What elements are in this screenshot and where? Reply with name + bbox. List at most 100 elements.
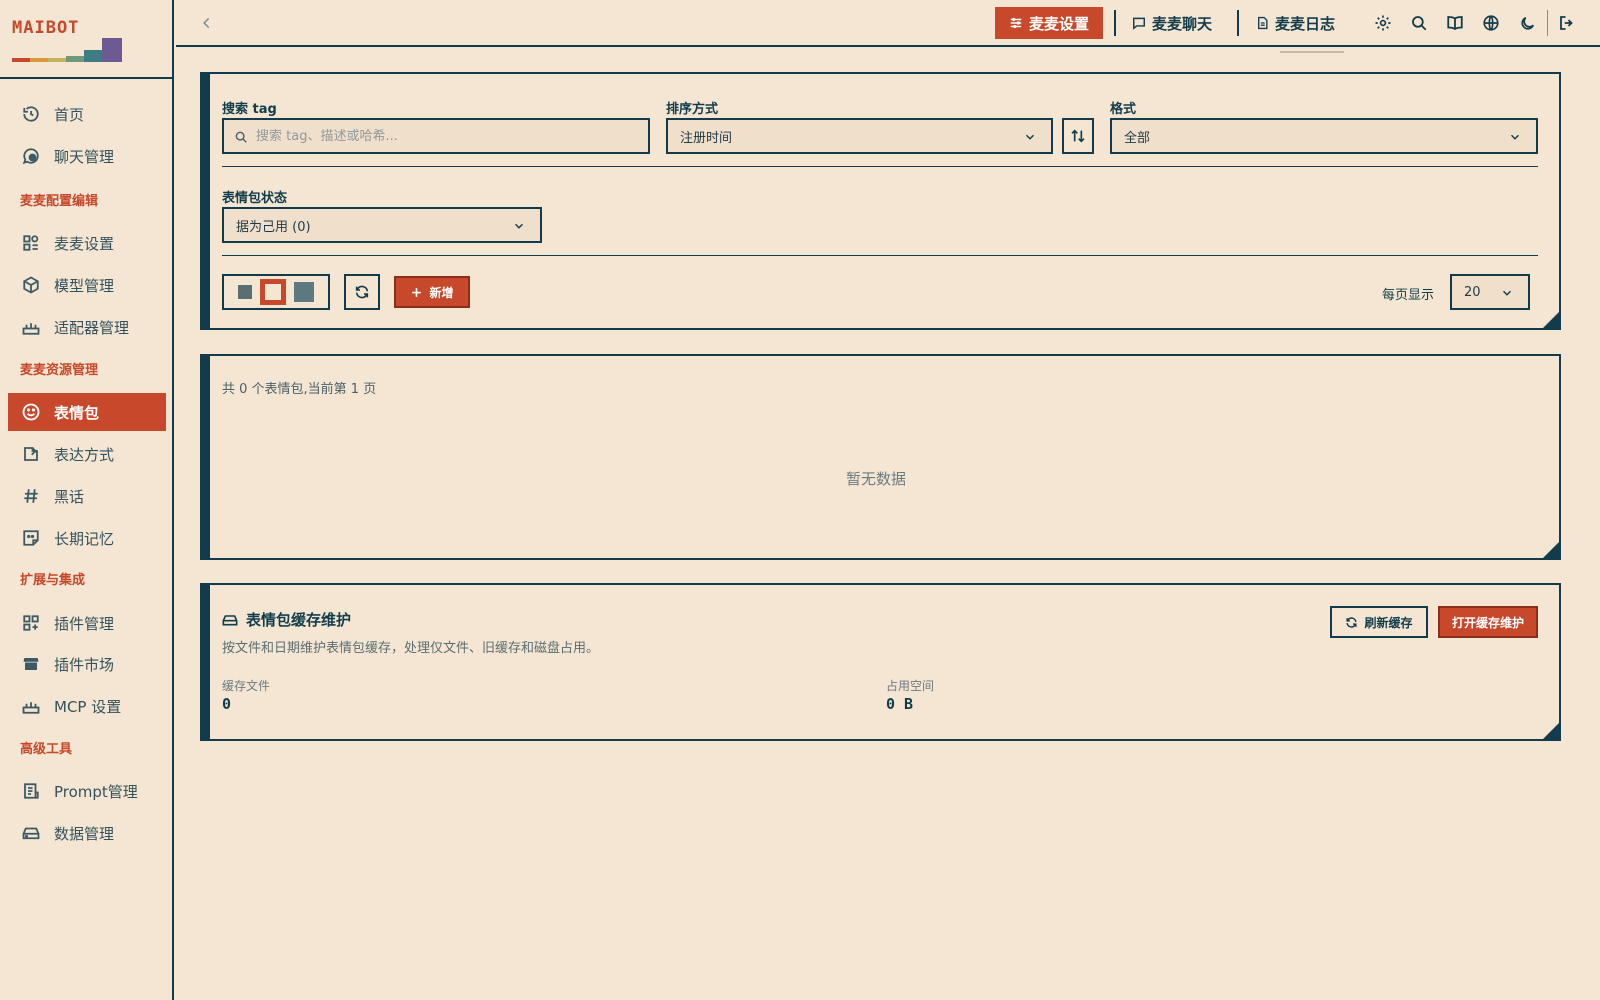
search-label: 搜索 tag [222,102,277,117]
sidebar-item-home[interactable]: 首页 [8,95,166,133]
format-value: 全部 [1124,130,1151,146]
maintenance-title-text: 表情包缓存维护 [246,611,352,629]
moon-icon[interactable] [1516,12,1538,34]
toolbar-divider [1114,10,1116,36]
toolbar-divider [1237,10,1239,36]
sidebar-item-label: 模型管理 [54,276,115,295]
sidebar-item-label: 插件市场 [54,655,115,674]
page-size-select[interactable]: 20 [1450,274,1530,310]
cube-icon [20,274,42,296]
empty-state: 暂无数据 [846,470,907,488]
divider [222,166,1538,167]
maimai-chat-button[interactable]: 麦麦聊天 [1118,7,1226,39]
sidebar-item-expressions[interactable]: 表达方式 [8,435,166,473]
store-icon [20,653,42,675]
list-summary: 共 0 个表情包,当前第 1 页 [222,382,377,397]
sidebar-item-label: 插件管理 [54,614,115,633]
sidebar-item-plugins[interactable]: 插件管理 [8,604,166,642]
card-corner [1541,721,1561,741]
filter-card: 搜索 tag 排序方式 注册时间 格式 全部 表情包状态 据为己用 (0) 新增… [200,72,1561,330]
sidebar-item-models[interactable]: 模型管理 [8,266,166,304]
sticky-note-icon [20,527,42,549]
maimai-log-label: 麦麦日志 [1275,14,1336,33]
sidebar: MAIBOT 首页 聊天管理 麦麦配置编辑 麦麦设置 模型管理 适配器管理 麦麦… [0,0,174,1000]
drive-icon [20,822,42,844]
refresh-button[interactable] [344,274,380,310]
maintenance-description: 按文件和日期维护表情包缓存，处理仅文件、旧缓存和磁盘占用。 [222,641,600,656]
card-corner [1541,310,1561,330]
chevron-down-icon [515,223,523,229]
edit-note-icon [20,443,42,465]
hash-icon [20,485,42,507]
message-icon [1133,17,1145,30]
logout-icon[interactable] [1556,12,1578,34]
globe-icon[interactable] [1480,12,1502,34]
search-icon [235,131,247,143]
maimai-log-button[interactable]: 麦麦日志 [1242,7,1349,39]
format-label: 格式 [1110,102,1137,117]
maimai-chat-label: 麦麦聊天 [1152,14,1213,33]
sidebar-item-label: Prompt管理 [54,782,138,801]
page-size-label: 每页显示 [1382,288,1435,303]
swap-vertical-icon [1071,129,1085,143]
open-cache-maintenance-button[interactable]: 打开缓存维护 [1438,606,1538,638]
sidebar-item-prompts[interactable]: Prompt管理 [8,772,166,810]
cache-files-label: 缓存文件 [222,679,271,693]
view-mode-toggle[interactable] [222,274,330,310]
sidebar-group-title: 麦麦配置编辑 [20,194,99,209]
chevron-down-icon [1511,134,1519,140]
sidebar-item-label: 长期记忆 [54,529,115,548]
document-list-icon [20,780,42,802]
view-medium-icon[interactable] [260,279,286,305]
sidebar-item-memory[interactable]: 长期记忆 [8,519,166,557]
page-size-value: 20 [1464,284,1481,300]
sort-direction-button[interactable] [1062,118,1094,154]
search-field[interactable] [222,118,650,154]
view-small-icon[interactable] [238,285,252,299]
card-corner [1541,540,1561,560]
sidebar-item-label: 数据管理 [54,824,115,843]
refresh-icon [1346,616,1358,628]
maimai-settings-label: 麦麦设置 [1029,14,1090,33]
maimai-settings-button[interactable]: 麦麦设置 [995,7,1104,39]
refresh-cache-button[interactable]: 刷新缓存 [1330,606,1428,638]
brand[interactable]: MAIBOT [0,0,172,79]
brand-logo-bars [12,36,124,62]
sidebar-item-label: 适配器管理 [54,318,130,337]
gear-icon[interactable] [1372,12,1394,34]
router-icon [20,695,42,717]
sidebar-group-title: 高级工具 [20,742,73,757]
refresh-cache-label: 刷新缓存 [1364,615,1413,630]
history-icon [20,103,42,125]
settings-grid-icon [20,232,42,254]
topbar: 麦麦设置 麦麦聊天 麦麦日志 [176,0,1600,47]
sidebar-item-stickers[interactable]: 表情包 [8,393,166,431]
book-icon[interactable] [1444,12,1466,34]
chevron-down-icon [1503,290,1511,296]
toolbar-divider [1547,10,1548,36]
sidebar-item-slang[interactable]: 黑话 [8,477,166,515]
sort-select[interactable]: 注册时间 [666,118,1053,154]
sidebar-item-label: 表达方式 [54,445,115,464]
sidebar-item-label: 表情包 [54,403,100,422]
refresh-icon [355,285,369,299]
add-button[interactable]: 新增 [394,276,470,308]
sidebar-item-adapters[interactable]: 适配器管理 [8,308,166,346]
format-select[interactable]: 全部 [1110,118,1538,154]
search-icon[interactable] [1408,12,1430,34]
sidebar-item-plugin-market[interactable]: 插件市场 [8,645,166,683]
sidebar-item-mcp[interactable]: MCP 设置 [8,687,166,725]
search-input[interactable] [256,128,636,144]
router-icon [20,316,42,338]
view-large-icon[interactable] [294,282,314,302]
sidebar-item-maimai-settings[interactable]: 麦麦设置 [8,224,166,262]
status-value: 据为己用 (0) [236,219,311,235]
status-select[interactable]: 据为己用 (0) [222,207,542,243]
sidebar-item-chat[interactable]: 聊天管理 [8,137,166,175]
sidebar-item-data[interactable]: 数据管理 [8,814,166,852]
divider [222,255,1538,256]
brand-name: MAIBOT [12,18,80,38]
collapse-sidebar-button[interactable] [196,12,218,34]
status-label: 表情包状态 [222,191,288,206]
drive-icon [222,614,238,625]
